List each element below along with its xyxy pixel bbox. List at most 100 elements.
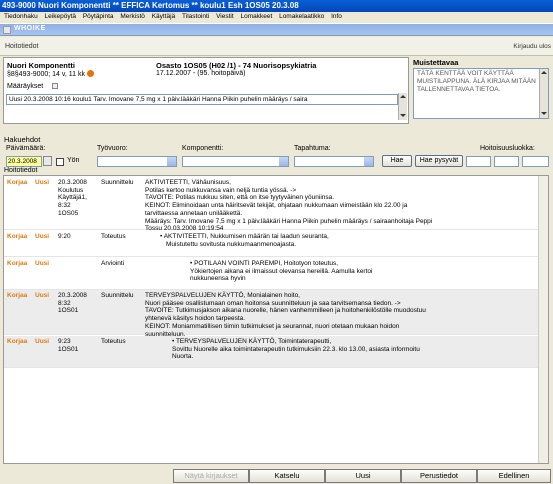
menu-bar: Tiedonhaku Leikepöytä Pöytäpinta Merkist…	[0, 12, 553, 22]
text-line: Potilas kertoo nukkuvansa vain neljä tun…	[145, 186, 297, 194]
menu-lomakelaatikko[interactable]: Lomakelaatikko	[279, 13, 324, 20]
uusi-link[interactable]: Uusi	[35, 179, 49, 187]
yon-checkbox[interactable]	[56, 158, 64, 166]
text-line: nukkuneensa hyvin	[190, 275, 246, 283]
hoitoisuus-input-2[interactable]	[494, 156, 519, 167]
paivamaara-label: Päivämäärä:	[6, 145, 46, 152]
meta-line: Koulutus	[58, 186, 84, 194]
table-scrollbar[interactable]	[538, 176, 548, 463]
row-meta: 20.3.2008 Koulutus Käyttäjä1, 8:32 1OS05	[58, 179, 87, 218]
text-line: • TERVEYSPALVELUJEN KÄYTTÖ, Toimintatera…	[172, 338, 332, 345]
tyovuoro-select[interactable]	[97, 156, 177, 167]
hae-pysyvat-button[interactable]: Hae pysyvät	[415, 155, 463, 167]
maaraykset-scrollbar[interactable]	[398, 93, 407, 120]
text-line: Nuori pääsee osallistumaan oman hoitonsa…	[145, 299, 401, 307]
row-text: AKTIVITEETTI, Vähäunisuus, Potilas kerto…	[145, 179, 432, 233]
maaraykset-label: Määräykset	[7, 83, 44, 90]
tapahtuma-select[interactable]	[294, 156, 374, 167]
komponentti-select[interactable]	[182, 156, 289, 167]
row-kind: Arviointi	[101, 260, 125, 267]
menu-viestit[interactable]: Viestit	[216, 13, 234, 20]
korjaa-link[interactable]: Korjaa	[7, 292, 27, 300]
text-line: TERVEYSPALVELUJEN KÄYTTÖ, Monialainen ho…	[145, 292, 300, 299]
row-text: • POTILAAN VOINTI PAREMPI, Hoitotyon tot…	[190, 260, 372, 283]
scroll-down-icon[interactable]	[400, 114, 406, 117]
hae-button[interactable]: Hae	[382, 155, 412, 167]
hoitoisuus-input-3[interactable]	[522, 156, 549, 167]
logout-link[interactable]: Kirjaudu ulos	[513, 43, 551, 50]
menu-tilastointi[interactable]: Tilastointi	[182, 13, 209, 20]
text-line: TAVOITE: Potilas nukkuu siten, että on i…	[145, 194, 335, 202]
menu-merkisto[interactable]: Merkistö	[120, 13, 145, 20]
records-table: Korjaa Uusi 20.3.2008 Koulutus Käyttäjä1…	[3, 175, 549, 464]
meta-line: 9:23	[58, 338, 71, 345]
meta-line: 1OS01	[58, 345, 79, 353]
window-icon	[3, 26, 11, 34]
menu-info[interactable]: Info	[331, 13, 342, 20]
korjaa-link[interactable]: Korjaa	[7, 338, 27, 346]
tyovuoro-label: Työvuoro:	[97, 145, 128, 152]
text-line: Muistutettu sovitusta nukkumaanmenoajast…	[166, 240, 297, 248]
info-icon[interactable]	[86, 70, 94, 77]
table-row: Korjaa Uusi 9:23 1OS01 Toteutus • TERVEY…	[4, 336, 539, 368]
date-input[interactable]: 20.3.2008	[6, 156, 42, 167]
meta-line: 1OS01	[58, 307, 79, 315]
muistettavaa-textarea[interactable]: TÄTÄ KENTTÄÄ VOIT KÄYTTÄÄ MUISTILAPPUNA.…	[413, 68, 549, 119]
uusi-button[interactable]: Uusi	[325, 469, 401, 483]
table-title: Hoitotiedot	[4, 167, 38, 174]
meta-line: 20.3.2008	[58, 179, 87, 186]
text-line: Nuorta.	[172, 353, 194, 361]
uusi-link[interactable]: Uusi	[35, 292, 49, 300]
menu-tiedonhaku[interactable]: Tiedonhaku	[4, 13, 38, 20]
edellinen-button[interactable]: Edellinen	[477, 469, 551, 483]
row-meta: 20.3.2008 8:32 1OS01	[58, 292, 87, 315]
expand-icon[interactable]	[52, 83, 58, 89]
patient-name: Nuori Komponentti	[7, 61, 75, 70]
row-kind: Toteutus	[101, 338, 126, 345]
menu-lomakkeet[interactable]: Lomakkeet	[240, 13, 272, 20]
scroll-up-icon[interactable]	[541, 71, 547, 74]
calendar-icon[interactable]	[43, 156, 52, 166]
section-header: Hoitotiedot Kirjaudu ulos	[0, 37, 553, 56]
meta-line: 8:32	[58, 299, 71, 307]
text-line: yhtenevä käsitys hoidon tarpeesta.	[145, 315, 246, 323]
row-meta: 9:20	[58, 233, 71, 240]
table-row: Korjaa Uusi 9:20 Toteutus • AKTIVITEETTI…	[4, 231, 539, 257]
katselu-button[interactable]: Katselu	[249, 469, 325, 483]
scroll-up-icon[interactable]	[400, 95, 406, 98]
perustiedot-button[interactable]: Perustiedot	[401, 469, 477, 483]
uusi-link[interactable]: Uusi	[35, 260, 49, 268]
row-text: TERVEYSPALVELUJEN KÄYTTÖ, Monialainen ho…	[145, 292, 426, 338]
row-kind: Suunnittelu	[101, 179, 134, 186]
row-kind: Suunnittelu	[101, 292, 134, 299]
muistettavaa-scrollbar[interactable]	[539, 69, 548, 118]
chevron-down-icon[interactable]	[167, 157, 176, 166]
text-line: • POTILAAN VOINTI PAREMPI, Hoitotyon tot…	[190, 260, 339, 267]
table-row: Korjaa Uusi Arviointi • POTILAAN VOINTI …	[4, 258, 539, 290]
menu-poytapinta[interactable]: Pöytäpinta	[83, 13, 114, 20]
meta-line: 8:32	[58, 202, 71, 210]
chevron-down-icon[interactable]	[279, 157, 288, 166]
menu-leikepoyta[interactable]: Leikepöytä	[45, 13, 76, 20]
text-line: • AKTIVITEETTI, Nukkumisen määrän tai la…	[160, 233, 329, 240]
korjaa-link[interactable]: Korjaa	[7, 260, 27, 268]
window-tab-label[interactable]: WHOIKE	[14, 25, 46, 32]
yon-label: Yön	[67, 157, 80, 164]
text-line: tarvittaessa annetaan unilääkettä.	[145, 209, 243, 217]
hoitoisuus-input-1[interactable]	[466, 156, 491, 167]
korjaa-link[interactable]: Korjaa	[7, 233, 27, 241]
text-line: TAVOITE: Tutkimusjakson aikana nuorelle,…	[145, 307, 426, 315]
row-kind: Toteutus	[101, 233, 126, 240]
patient-panel: Nuori Komponentti §8§493-9000; 14 v, 11 …	[3, 57, 409, 124]
maaraykset-field[interactable]: Uusi 20.3.2008 10:16 koulu1 Tarv. Imovan…	[6, 94, 398, 105]
meta-line: 1OS05	[58, 209, 79, 217]
text-line: Määräys: Tarv. Imovane 7,5 mg x 1 päiv.l…	[145, 217, 433, 225]
nayta-kirjaukset-button: Näytä kirjaukset	[173, 469, 249, 483]
menu-kayttaja[interactable]: Käyttäjä	[152, 13, 176, 20]
chevron-down-icon[interactable]	[364, 157, 373, 166]
uusi-link[interactable]: Uusi	[35, 233, 49, 241]
muistettavaa-text: TÄTÄ KENTTÄÄ VOIT KÄYTTÄÄ MUISTILAPPUNA.…	[417, 70, 536, 93]
korjaa-link[interactable]: Korjaa	[7, 179, 27, 187]
uusi-link[interactable]: Uusi	[35, 338, 49, 346]
scroll-down-icon[interactable]	[541, 112, 547, 115]
